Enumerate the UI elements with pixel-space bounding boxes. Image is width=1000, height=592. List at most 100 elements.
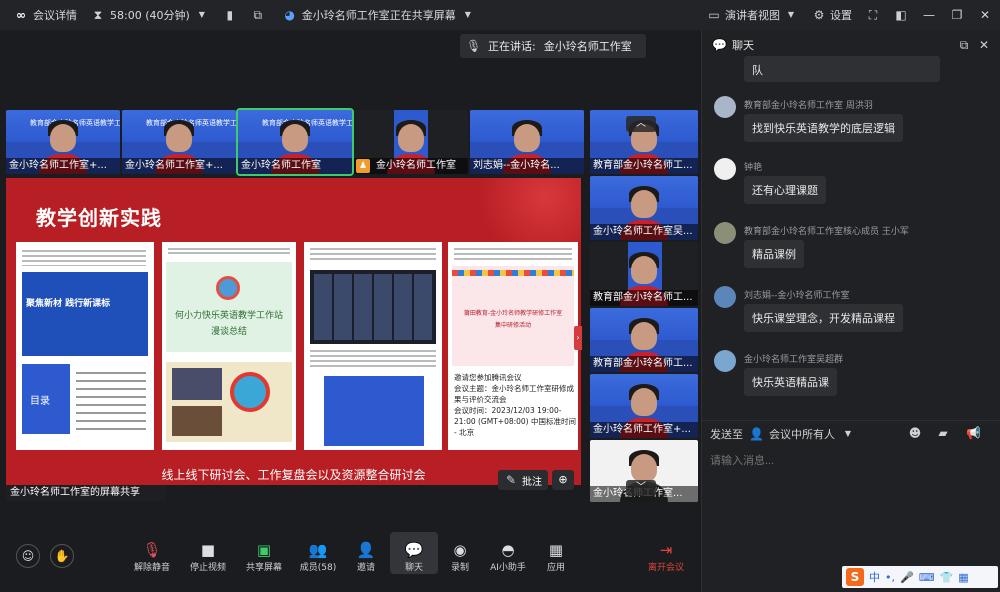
stop-video-button[interactable]: ■ 停止视频 — [184, 532, 232, 573]
tile-name: 金小玲名师工作室+... — [590, 422, 698, 438]
firework-decoration — [461, 178, 581, 242]
video-tile-active-speaker[interactable]: 教育部金小玲名师英语教学工作室 金小玲名师工作室 — [236, 108, 354, 176]
signal-indicator[interactable]: ▮ — [223, 8, 237, 22]
participant-face — [50, 124, 76, 152]
settings-button[interactable]: ⚙ 设置 — [812, 7, 852, 23]
video-tile[interactable]: 金小玲名师工作室... ﹀ — [590, 440, 698, 502]
meeting-details-label: 会议详情 — [33, 9, 77, 22]
avatar — [714, 96, 736, 118]
video-tile[interactable]: 金小玲名师工作室+... — [590, 374, 698, 438]
ime-toolbar[interactable]: S 中 •, 🎤 ⌨ 👕 ▦ — [842, 566, 998, 588]
close-icon[interactable]: ✕ — [977, 38, 991, 52]
tile-name: 金小玲名师工作室 — [238, 158, 352, 174]
minimize-icon[interactable]: — — [922, 8, 936, 22]
logo-icon — [216, 276, 240, 300]
chat-message-input[interactable] — [710, 450, 995, 472]
collapse-tiles-handle[interactable]: › — [574, 326, 582, 350]
video-call-screenshot — [310, 270, 436, 344]
video-tile[interactable]: 教育部金小玲名师工... — [590, 308, 698, 372]
leave-meeting-button[interactable]: ⇥ 离开会议 — [642, 532, 690, 573]
article-book-label: 目录 — [30, 396, 50, 407]
poster-heading: 莆田教育-金小玲名师教学研修工作室 — [463, 310, 563, 317]
microphone-muted-icon: 🎙 — [142, 541, 162, 559]
article-banner-heading: 聚焦新材 践行新课标 — [26, 299, 111, 309]
top-bar: ∞ 会议详情 ⧗ 58:00 (40分钟) ▼ ▮ ⧉ ◕ 金小玲名师工作室正在… — [0, 0, 1000, 30]
ai-assistant-label: AI小助手 — [490, 563, 526, 573]
raise-hand-icon[interactable]: ✋ — [50, 544, 74, 568]
article-text-lines — [22, 250, 146, 266]
ime-mode-label[interactable]: 中 — [869, 569, 880, 585]
popout-icon[interactable]: ⧉ — [957, 38, 971, 52]
annotate-button[interactable]: ✎ 批注 — [498, 470, 548, 490]
chevron-down-icon: ▼ — [844, 429, 852, 438]
chat-label: 聊天 — [404, 563, 423, 573]
video-tile[interactable]: 教育部金小玲名师英语教学工作室 金小玲名师工作室+... — [6, 110, 120, 174]
share-screen-button[interactable]: ▣ 共享屏幕 — [240, 532, 288, 573]
stop-video-label: 停止视频 — [189, 563, 226, 573]
emoji-reaction-icon[interactable]: ☺ — [16, 544, 40, 568]
chat-sender: 刘志娟--金小玲名师工作室 — [744, 291, 850, 301]
chat-bubble-partial: 队 — [744, 56, 940, 82]
participant-face — [514, 124, 540, 152]
voice-input-icon[interactable]: 🎤 — [900, 571, 914, 584]
photo-thumb — [172, 368, 222, 400]
toolbox-icon[interactable]: ▦ — [958, 571, 968, 584]
skin-icon[interactable]: 👕 — [940, 571, 954, 584]
chevron-down-icon: ▼ — [464, 10, 471, 19]
send-to-value: 会议中所有人 — [769, 428, 835, 441]
unmute-label: 解除静音 — [133, 563, 170, 573]
slide-card-article-2: 何小力快乐英语教学工作站 漫谈总结 — [162, 242, 296, 450]
video-tile[interactable]: 刘志娟--金小玲名... — [470, 110, 584, 174]
layout-icon: ▭ — [708, 8, 720, 22]
invite-button[interactable]: 👤 邀请 — [342, 532, 390, 573]
scroll-down-icon[interactable]: ﹀ — [626, 480, 656, 496]
sidebar-toggle-icon[interactable]: ◧ — [894, 8, 908, 22]
record-button[interactable]: ◉ 录制 — [436, 532, 484, 573]
punctuation-icon[interactable]: •, — [885, 571, 895, 584]
members-button[interactable]: 👥 成员(58) — [294, 532, 342, 573]
zoom-in-icon[interactable]: ⊕ — [552, 470, 574, 490]
emoji-icon[interactable]: ☻ — [908, 426, 922, 440]
fullscreen-icon[interactable]: ⛶ — [866, 8, 880, 22]
apps-button[interactable]: ▦ 应用 — [532, 532, 580, 573]
participant-face — [398, 124, 424, 152]
video-tile[interactable]: 金小玲名师工作室 ♟ — [354, 110, 468, 174]
folder-icon[interactable]: ▰ — [936, 426, 950, 440]
close-icon[interactable]: ✕ — [978, 8, 992, 22]
video-tile[interactable]: 教育部金小玲名师英语教学工作室 金小玲名师工作室+... — [122, 110, 236, 174]
tencent-meeting-logo-icon: ∞ — [16, 8, 26, 22]
chevron-down-icon: ▼ — [198, 10, 205, 19]
timer[interactable]: ⧗ 58:00 (40分钟) ▼ — [91, 7, 209, 23]
view-switch-button[interactable]: ▭ 演讲者视图 ▼ — [707, 7, 798, 23]
chat-icon: 💬 — [712, 38, 727, 52]
tile-name: 金小玲名师工作室+... — [122, 158, 236, 174]
sharing-status[interactable]: ◕ 金小玲名师工作室正在共享屏幕 ▼ — [283, 7, 475, 23]
article-banner-image: 聚焦新材 践行新课标 — [22, 272, 148, 356]
participant-face — [631, 454, 657, 482]
meeting-details-button[interactable]: ∞ 会议详情 — [14, 7, 77, 23]
megaphone-icon[interactable]: 📢 — [966, 426, 981, 440]
send-to-selector[interactable]: 发送至 👤 会议中所有人 ▼ — [710, 426, 855, 442]
restore-icon[interactable]: ❐ — [950, 8, 964, 22]
video-tile[interactable]: 教育部金小玲名师工... ︿ — [590, 110, 698, 174]
chat-panel: 💬 聊天 ⧉ ✕ 队 教育部金小玲名师工作室 周洪羽 找到快乐英语教学的底层逻辑… — [701, 30, 1000, 592]
speaking-indicator: 🎙 正在讲话: 金小玲名师工作室 — [460, 34, 646, 58]
article-photo-collage — [166, 362, 292, 442]
participant-face — [282, 124, 308, 152]
poster-subheading: 集中研修活动 — [494, 322, 531, 329]
video-tile[interactable]: 教育部金小玲名师工... — [590, 242, 698, 306]
ai-assistant-button[interactable]: ◓ AI小助手 — [484, 532, 532, 573]
popout-button[interactable]: ⧉ — [251, 8, 265, 22]
keyboard-icon[interactable]: ⌨ — [919, 571, 935, 584]
invitation-poster: 莆田教育-金小玲名师教学研修工作室 集中研修活动 — [452, 266, 574, 366]
chat-button[interactable]: 💬 聊天 — [390, 532, 438, 574]
video-tile[interactable]: 金小玲名师工作室吴... — [590, 176, 698, 240]
speaking-name: 金小玲名师工作室 — [543, 40, 632, 53]
ai-assistant-icon: ◓ — [501, 541, 515, 559]
share-screen-icon: ▣ — [256, 541, 272, 559]
tile-name: 刘志娟--金小玲名... — [470, 158, 584, 174]
screen-share-label: 金小玲名师工作室的屏幕共享 — [6, 485, 166, 501]
hourglass-icon: ⧗ — [93, 8, 103, 22]
unmute-button[interactable]: 🎙 解除静音 — [128, 532, 176, 573]
scroll-up-icon[interactable]: ︿ — [626, 116, 656, 132]
